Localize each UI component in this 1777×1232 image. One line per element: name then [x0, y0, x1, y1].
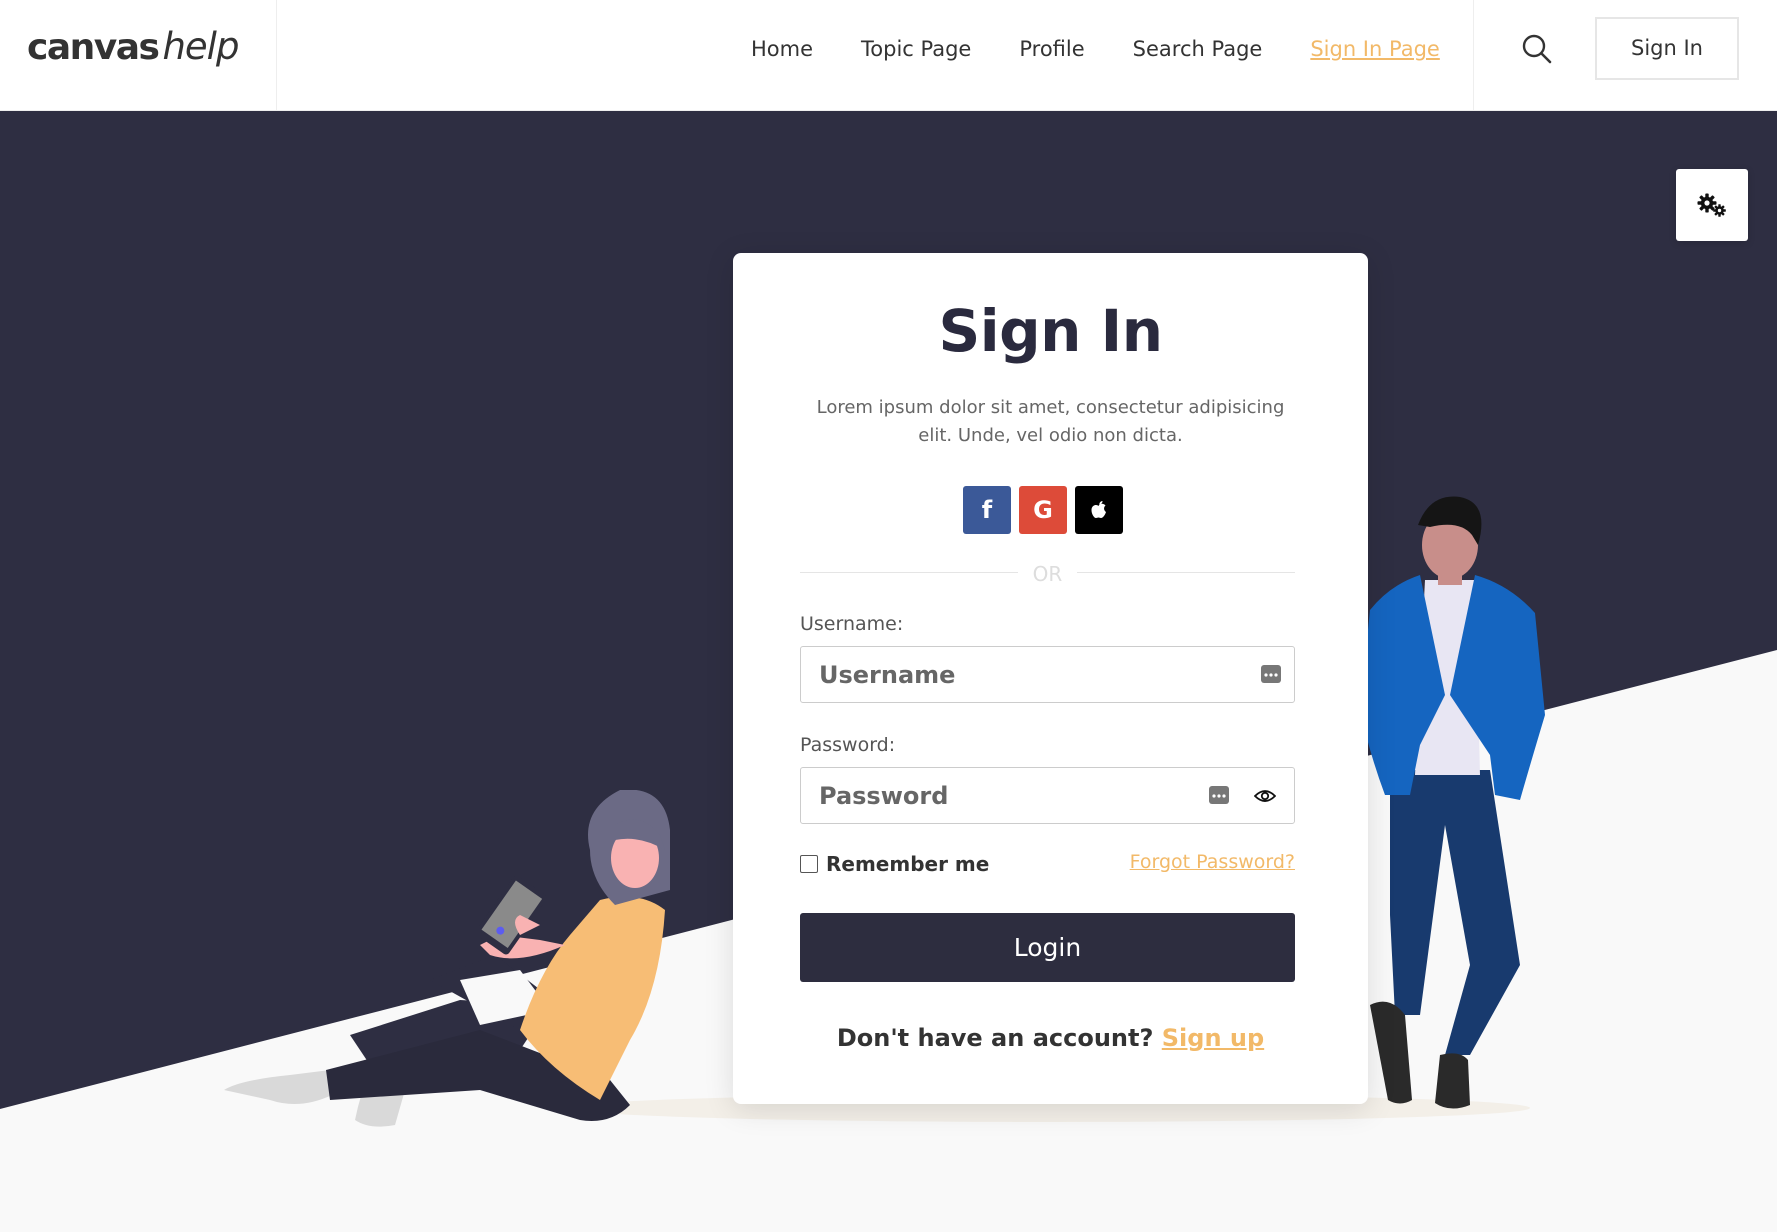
or-divider: OR [800, 562, 1295, 586]
signup-prompt: Don't have an account? [836, 1024, 1154, 1052]
show-password-icon[interactable] [1254, 786, 1276, 806]
woman-illustration [224, 790, 670, 1127]
apple-login-button[interactable] [1075, 486, 1123, 534]
username-input[interactable] [819, 647, 1199, 702]
remember-me-checkbox[interactable] [800, 855, 818, 873]
username-field-wrapper [800, 646, 1295, 703]
logo-container: canvas help [0, 0, 277, 111]
sign-in-card: Sign In Lorem ipsum dolor sit amet, cons… [733, 253, 1368, 1104]
google-icon: G [1033, 496, 1053, 524]
nav-search-page[interactable]: Search Page [1133, 36, 1263, 62]
site-header: canvas help Home Topic Page Profile Searc… [0, 0, 1777, 111]
search-icon[interactable] [1520, 32, 1554, 66]
username-label: Username: [800, 613, 904, 635]
logo-italic: help [162, 25, 239, 68]
signup-link[interactable]: Sign up [1162, 1024, 1264, 1052]
nav-divider [1473, 0, 1474, 111]
settings-button[interactable] [1676, 169, 1748, 241]
password-field-wrapper [800, 767, 1295, 824]
password-label: Password: [800, 734, 896, 756]
social-login-group: f G [963, 486, 1131, 534]
gears-icon [1697, 193, 1726, 217]
signup-row: Don't have an account? Sign up [733, 1024, 1368, 1052]
apple-icon [1091, 501, 1106, 518]
login-button[interactable]: Login [800, 913, 1295, 982]
remember-me[interactable]: Remember me [800, 852, 989, 876]
autofill-icon[interactable] [1208, 785, 1230, 805]
or-text: OR [1032, 562, 1063, 586]
facebook-icon: f [981, 496, 993, 524]
autofill-icon[interactable] [1260, 664, 1282, 684]
main-nav: Home Topic Page Profile Search Page Sign… [751, 36, 1488, 62]
nav-home[interactable]: Home [751, 36, 813, 62]
man-illustration [1360, 496, 1545, 1109]
remember-me-label: Remember me [826, 852, 990, 876]
divider-line-right [1077, 572, 1295, 573]
page-title: Sign In [938, 297, 1163, 365]
google-login-button[interactable]: G [1019, 486, 1067, 534]
header-sign-in-button[interactable]: Sign In [1595, 17, 1739, 80]
logo-bold: canvas [27, 27, 160, 68]
nav-sign-in-page[interactable]: Sign In Page [1310, 36, 1440, 62]
forgot-password-link[interactable]: Forgot Password? [1130, 851, 1295, 873]
nav-profile[interactable]: Profile [1019, 36, 1084, 62]
logo[interactable]: canvas help [27, 24, 239, 69]
sign-in-description: Lorem ipsum dolor sit amet, consectetur … [816, 397, 1285, 446]
nav-topic-page[interactable]: Topic Page [861, 36, 971, 62]
facebook-login-button[interactable]: f [963, 486, 1011, 534]
password-input[interactable] [819, 768, 1199, 823]
